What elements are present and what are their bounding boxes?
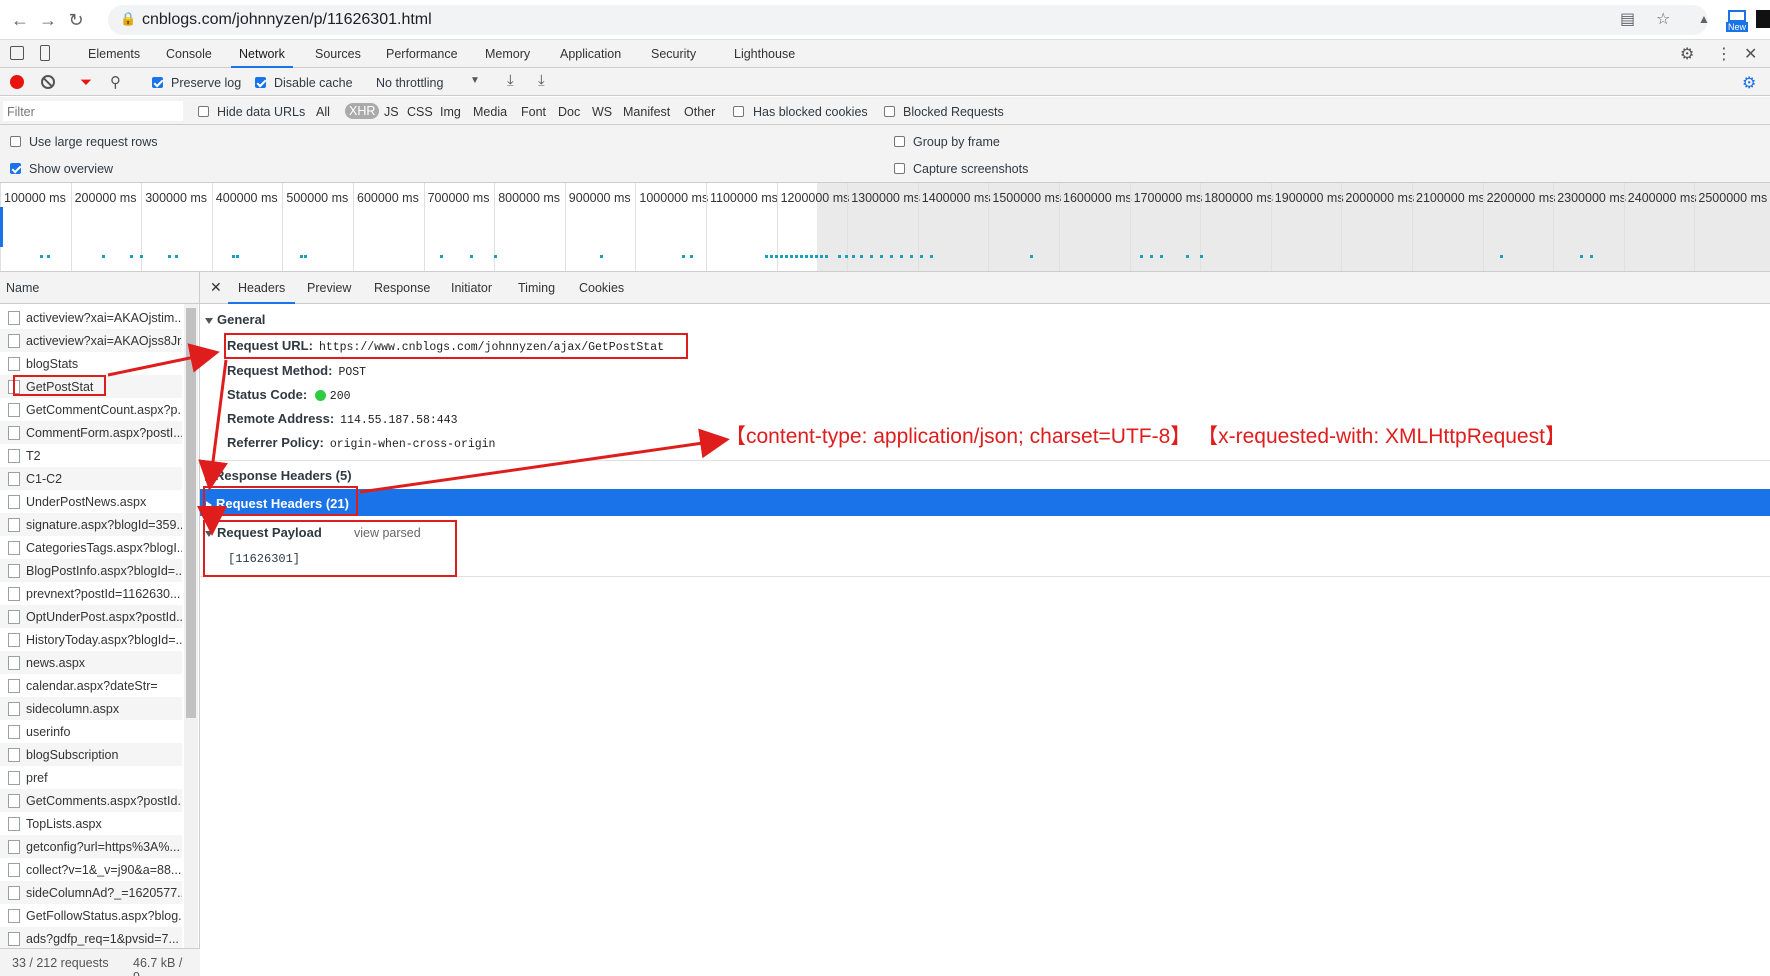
- annotation-text: 【content-type: application/json; charset…: [725, 425, 1566, 448]
- arrow-to-request-url: [107, 343, 220, 377]
- annotation-arrows: [107, 343, 730, 536]
- arrow-to-annotation: [359, 428, 730, 494]
- arrow-to-request-headers: [198, 359, 228, 491]
